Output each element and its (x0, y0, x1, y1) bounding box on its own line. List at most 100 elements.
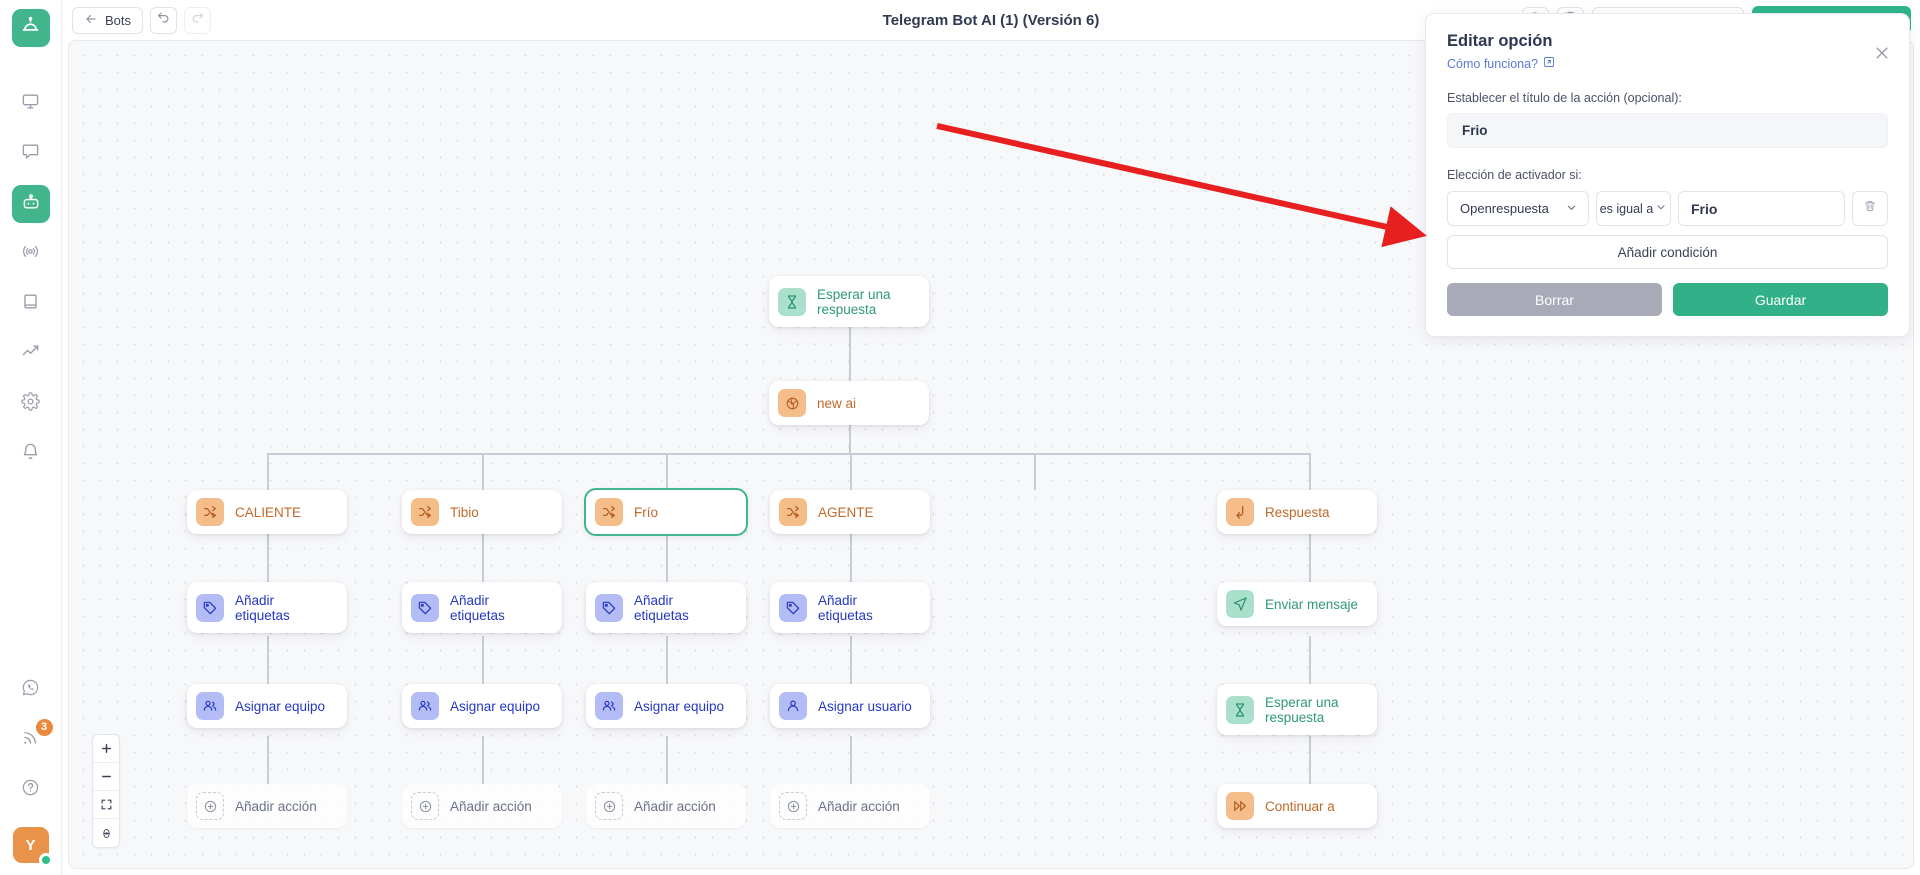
node-continuar-a[interactable]: Continuar a (1217, 784, 1377, 828)
sidebar-item-ayuda[interactable] (12, 771, 50, 809)
sidebar-item-estadisticas[interactable] (12, 335, 50, 373)
node-asignar-usuario[interactable]: Asignar usuario (770, 684, 930, 728)
connector (482, 453, 484, 490)
sidebar-item-notificaciones[interactable] (12, 435, 50, 473)
node-label: Asignar equipo (235, 698, 326, 714)
node-anadir-accion-2[interactable]: Añadir acción (402, 784, 562, 828)
plus-circle-icon (411, 792, 439, 820)
node-label: CALIENTE (235, 504, 302, 520)
condition-operator-select[interactable]: es igual a (1596, 191, 1671, 226)
node-branch-tibio[interactable]: Tibio (402, 490, 562, 534)
panel-action-buttons: Borrar Guardar (1447, 283, 1888, 316)
node-branch-agente[interactable]: AGENTE (770, 490, 930, 534)
node-label: Añadir acción (634, 798, 716, 814)
lock-view-button[interactable] (93, 819, 119, 847)
condition-variable-select[interactable]: Openrespuesta (1447, 191, 1589, 226)
how-it-works-link[interactable]: Cómo funciona? (1447, 56, 1888, 71)
node-label: Tibio (450, 504, 479, 520)
bell-icon (21, 442, 40, 466)
sidebar-item-ajustes[interactable] (12, 385, 50, 423)
node-branch-respuesta[interactable]: Respuesta (1217, 490, 1377, 534)
node-asignar-equipo-3[interactable]: Asignar equipo (586, 684, 746, 728)
connector (1309, 453, 1311, 490)
connector (1309, 736, 1311, 784)
back-to-bots-label: Bots (105, 12, 132, 28)
close-panel-button[interactable] (1873, 44, 1891, 62)
node-anadir-accion-3[interactable]: Añadir acción (586, 784, 746, 828)
monitor-icon (21, 92, 40, 116)
node-anadir-accion-1[interactable]: Añadir acción (187, 784, 347, 828)
node-anadir-accion-4[interactable]: Añadir acción (770, 784, 930, 828)
action-title-input[interactable]: Frio (1447, 113, 1888, 148)
node-esperar-respuesta-2[interactable]: Esperar una respuesta (1217, 684, 1377, 735)
tag-icon (779, 593, 807, 622)
broadcast-icon (21, 242, 40, 266)
back-to-bots-button[interactable]: Bots (72, 6, 144, 34)
connector (666, 453, 668, 490)
add-condition-button[interactable]: Añadir condición (1447, 235, 1888, 269)
sidebar-item-difusion[interactable] (12, 235, 50, 273)
node-anadir-etiquetas-3[interactable]: Añadir etiquetas (586, 582, 746, 633)
condition-value-input[interactable]: Frio (1678, 191, 1845, 226)
help-icon (21, 778, 40, 802)
rail-item-list (11, 85, 50, 485)
zoom-in-button[interactable] (93, 735, 119, 763)
node-anadir-etiquetas-2[interactable]: Añadir etiquetas (402, 582, 562, 633)
connector (267, 736, 269, 784)
save-button[interactable]: Guardar (1673, 283, 1888, 316)
undo-icon (156, 10, 171, 30)
node-label: Enviar mensaje (1265, 596, 1359, 612)
undo-button[interactable] (150, 6, 178, 34)
sidebar-item-whatsapp[interactable] (12, 671, 50, 709)
toolbar-left-group: Bots (72, 6, 212, 34)
chat-icon (21, 142, 40, 166)
node-asignar-equipo-1[interactable]: Asignar equipo (187, 684, 347, 728)
node-anadir-etiquetas-4[interactable]: Añadir etiquetas (770, 582, 930, 633)
node-anadir-etiquetas-1[interactable]: Añadir etiquetas (187, 582, 347, 633)
sidebar-item-canales[interactable]: 3 (12, 719, 53, 759)
node-label: Añadir acción (818, 798, 900, 814)
avatar-initial: Y (25, 836, 36, 854)
node-esperar-respuesta[interactable]: Esperar una respuesta (769, 276, 929, 327)
sidebar-item-biblioteca[interactable] (12, 285, 50, 323)
delete-condition-button[interactable] (1852, 191, 1888, 226)
action-title-label: Establecer el título de la acción (opcio… (1447, 91, 1682, 105)
panel-title: Editar opción (1447, 32, 1553, 50)
connector (1309, 534, 1311, 582)
fit-view-button[interactable] (93, 791, 119, 819)
zoom-controls (92, 734, 120, 848)
connector (666, 534, 668, 582)
trash-icon (1863, 199, 1877, 218)
send-icon (1226, 590, 1254, 618)
fast-forward-icon (1226, 792, 1254, 820)
connector (666, 736, 668, 784)
node-new-ai[interactable]: new ai (769, 381, 929, 425)
shuffle-icon (196, 498, 224, 526)
gear-icon (21, 392, 40, 416)
node-label: AGENTE (818, 504, 874, 520)
delete-button[interactable]: Borrar (1447, 283, 1662, 316)
sidebar-item-chats[interactable] (12, 135, 50, 173)
node-label: Añadir etiquetas (450, 592, 505, 623)
users-icon (411, 692, 439, 720)
user-icon (779, 692, 807, 720)
zoom-out-button[interactable] (93, 763, 119, 791)
connector (267, 534, 269, 582)
app-logo[interactable] (11, 9, 50, 47)
hourglass-icon (778, 287, 806, 316)
connector (850, 453, 852, 490)
close-icon (1876, 47, 1888, 59)
redo-button[interactable] (184, 6, 212, 34)
node-branch-caliente[interactable]: CALIENTE (187, 490, 347, 534)
node-branch-frio[interactable]: Frío (586, 490, 746, 534)
plus-circle-icon (595, 792, 623, 820)
left-nav-rail: 3 Y (0, 0, 62, 875)
node-enviar-mensaje[interactable]: Enviar mensaje (1217, 582, 1377, 626)
sidebar-item-escritorio[interactable] (12, 85, 50, 123)
arrow-left-icon (84, 12, 98, 29)
avatar[interactable]: Y (12, 827, 53, 867)
node-asignar-equipo-2[interactable]: Asignar equipo (402, 684, 562, 728)
sidebar-item-bots[interactable] (11, 185, 50, 223)
connector (482, 534, 484, 582)
canales-badge: 3 (35, 719, 53, 736)
